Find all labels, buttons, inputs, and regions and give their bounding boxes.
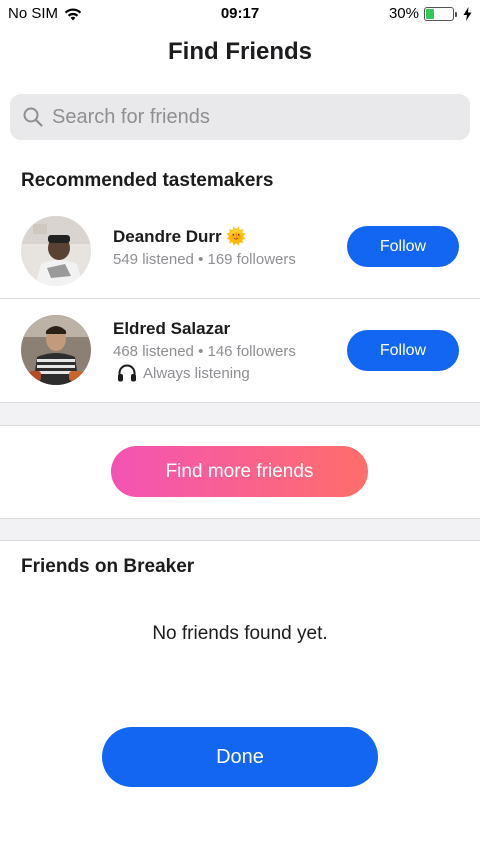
page-title: Find Friends	[168, 38, 312, 65]
charging-bolt-icon	[463, 6, 472, 21]
sun-emoji: 🌞	[225, 227, 247, 246]
search-icon	[23, 107, 43, 127]
battery-percent: 30%	[388, 5, 419, 22]
status-right: 30%	[389, 5, 472, 22]
battery-icon	[424, 6, 457, 21]
battery-level-fill	[426, 8, 434, 19]
user-status: Always listening	[117, 364, 250, 382]
empty-state-message: No friends found yet.	[152, 623, 328, 644]
recommended-heading: Recommended tastemakers	[21, 170, 274, 191]
user-status-text: Always listening	[143, 364, 250, 382]
user-stats: 549 listened • 169 followers	[113, 251, 296, 268]
find-more-friends-button[interactable]: Find more friends	[111, 446, 368, 497]
follow-button[interactable]: Follow	[347, 330, 459, 371]
search-bar[interactable]	[10, 94, 470, 140]
user-stats: 468 listened • 146 followers	[113, 343, 296, 360]
user-name[interactable]: Deandre Durr 🌞	[113, 227, 247, 247]
avatar[interactable]	[21, 216, 91, 286]
user-name-text: Eldred Salazar	[113, 319, 231, 338]
user-row: Eldred Salazar 468 listened • 146 follow…	[0, 299, 480, 402]
section-separator	[0, 402, 480, 426]
avatar-photo	[21, 216, 91, 286]
follow-button[interactable]: Follow	[347, 226, 459, 267]
user-name-text: Deandre Durr	[113, 227, 222, 246]
user-name[interactable]: Eldred Salazar	[113, 319, 230, 339]
avatar[interactable]	[21, 315, 91, 385]
search-input[interactable]	[52, 105, 452, 129]
avatar-photo	[21, 315, 91, 385]
headphones-icon	[118, 364, 136, 382]
user-row: Deandre Durr 🌞 549 listened • 169 follow…	[0, 210, 480, 298]
done-button[interactable]: Done	[102, 727, 378, 787]
friends-on-breaker-heading: Friends on Breaker	[21, 556, 195, 577]
section-separator	[0, 518, 480, 541]
status-bar: No SIM 09:17 30%	[0, 0, 480, 28]
